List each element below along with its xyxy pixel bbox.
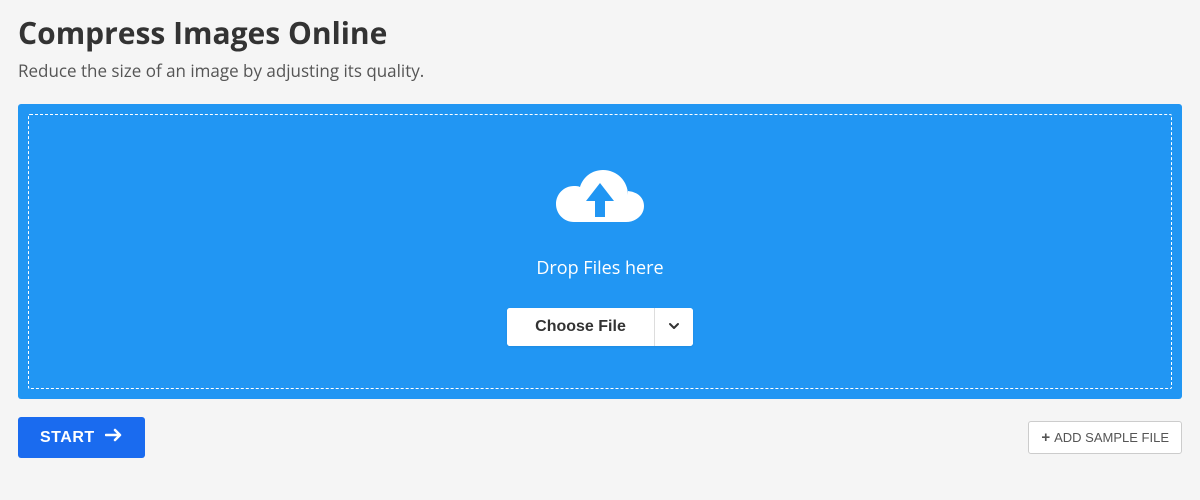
page-title: Compress Images Online <box>18 12 1182 53</box>
add-sample-file-button[interactable]: + ADD SAMPLE FILE <box>1028 421 1182 454</box>
dropzone-inner: Drop Files here Choose File <box>28 114 1172 389</box>
file-dropzone[interactable]: Drop Files here Choose File <box>18 104 1182 399</box>
choose-file-dropdown-button[interactable] <box>654 308 693 346</box>
start-button-label: START <box>40 429 95 447</box>
arrow-right-icon <box>105 428 123 447</box>
choose-file-button[interactable]: Choose File <box>507 308 654 346</box>
plus-icon: + <box>1041 429 1050 446</box>
chevron-down-icon <box>667 319 681 336</box>
bottom-action-bar: START + ADD SAMPLE FILE <box>18 417 1182 458</box>
add-sample-file-label: ADD SAMPLE FILE <box>1054 430 1169 445</box>
drop-files-label: Drop Files here <box>536 256 663 280</box>
choose-file-group: Choose File <box>507 308 693 346</box>
cloud-upload-icon <box>552 165 648 242</box>
start-button[interactable]: START <box>18 417 145 458</box>
page-subtitle: Reduce the size of an image by adjusting… <box>18 59 1182 82</box>
